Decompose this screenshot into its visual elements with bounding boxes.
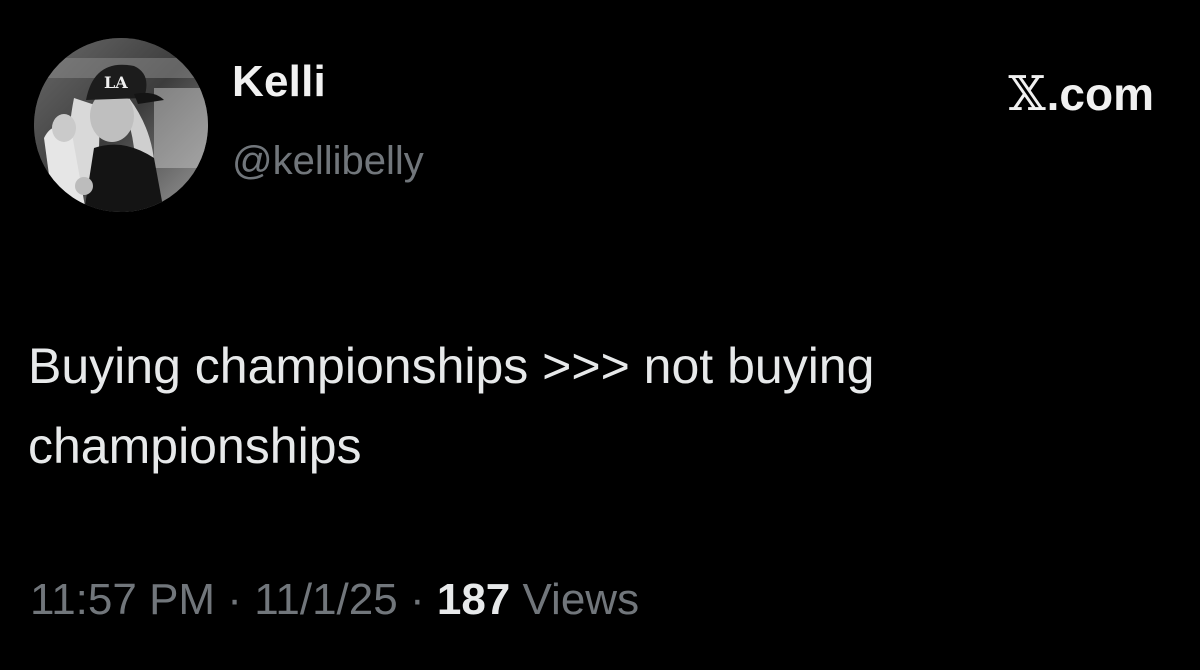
brand-domain: .com <box>1046 68 1154 120</box>
svg-text:LA: LA <box>104 73 128 92</box>
avatar-image: LA <box>34 38 208 212</box>
views-count[interactable]: 187 <box>437 575 510 624</box>
meta-separator: · <box>397 575 437 624</box>
user-handle[interactable]: @kellibelly <box>232 141 424 181</box>
views-label: Views <box>510 575 640 624</box>
avatar[interactable]: LA <box>34 38 208 212</box>
x-logo-icon: 𝕏 <box>1008 66 1046 122</box>
tweet-card: LA Kelli @kellibelly 𝕏 .com Buying champ… <box>0 0 1200 670</box>
tweet-date[interactable]: 11/1/25 <box>254 575 398 624</box>
tweet-meta: 11:57 PM · 11/1/25 · 187 Views <box>30 578 639 622</box>
tweet-text: Buying championships >>> not buying cham… <box>28 338 875 474</box>
x-com-logo: 𝕏 .com <box>1008 70 1154 118</box>
tweet-time[interactable]: 11:57 PM <box>30 575 215 624</box>
meta-separator: · <box>215 575 255 624</box>
display-name[interactable]: Kelli <box>232 60 326 104</box>
